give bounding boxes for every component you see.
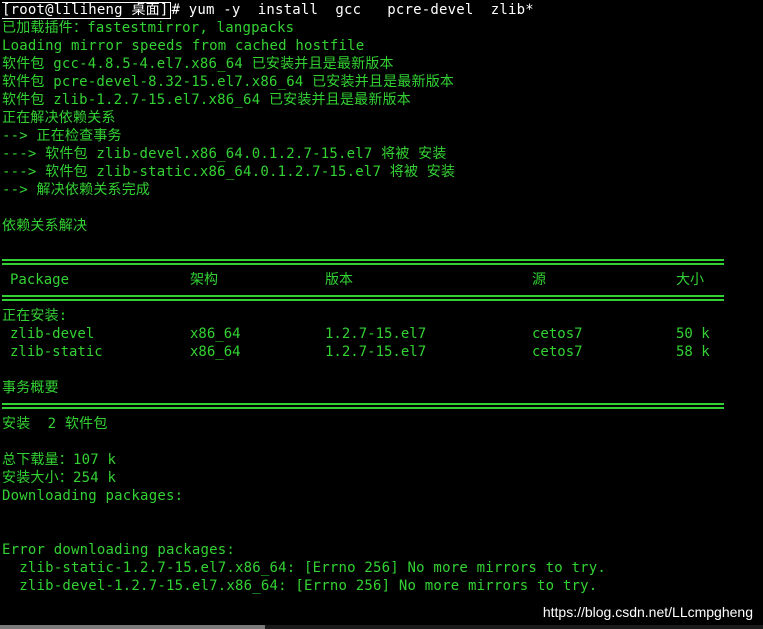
row-repo: cetos7	[532, 326, 583, 342]
row-size: 58 k	[676, 344, 710, 360]
row-version: 1.2.7-15.el7	[325, 344, 427, 360]
table-rule-header	[2, 295, 724, 301]
prompt-line: [root@liliheng 桌面] # yum -y install gcc p…	[2, 1, 534, 19]
resolved-line: 依赖关系解决	[2, 218, 88, 234]
prompt-label: root@liliheng 桌面	[10, 2, 160, 18]
watermark: https://blog.csdn.net/LLcmpgheng	[542, 604, 753, 620]
output-line: 已加载插件：fastestmirror, langpacks	[2, 20, 295, 36]
error-line: zlib-devel-1.2.7-15.el7.x86_64: [Errno 2…	[2, 578, 598, 594]
table-header-size: 大小	[676, 272, 704, 288]
row-arch: x86_64	[190, 326, 241, 342]
row-package: zlib-devel	[10, 326, 95, 342]
output-line: 软件包 pcre-devel-8.32-15.el7.x86_64 已安装并且是…	[2, 74, 455, 90]
output-line: 软件包 gcc-4.8.5-4.el7.x86_64 已安装并且是最新版本	[2, 56, 394, 72]
error-title: Error downloading packages:	[2, 542, 235, 558]
row-arch: x86_64	[190, 344, 241, 360]
prompt-box: [root@liliheng 桌面]	[2, 2, 172, 19]
row-package: zlib-static	[10, 344, 103, 360]
installed-size: 安装大小：254 k	[2, 470, 117, 486]
row-repo: cetos7	[532, 344, 583, 360]
error-line: zlib-static-1.2.7-15.el7.x86_64: [Errno …	[2, 560, 607, 576]
row-size: 50 k	[676, 326, 710, 342]
terminal-window[interactable]: [root@liliheng 桌面] # yum -y install gcc p…	[0, 0, 763, 629]
table-header-repo: 源	[532, 272, 546, 288]
output-line: 软件包 zlib-1.2.7-15.el7.x86_64 已安装并且是最新版本	[2, 92, 411, 108]
command-text: # yum -y install gcc pcre-devel zlib*	[171, 2, 534, 18]
summary-rule	[2, 403, 724, 409]
summary-title: 事务概要	[2, 380, 59, 396]
total-download: 总下载量：107 k	[2, 452, 117, 468]
scrollbar-thumb[interactable]	[0, 625, 265, 629]
table-section-label: 正在安装:	[2, 308, 68, 324]
output-line: --> 正在检查事务	[2, 128, 122, 144]
output-line: 正在解决依赖关系	[2, 110, 116, 126]
row-version: 1.2.7-15.el7	[325, 326, 427, 342]
output-line: --> 解决依赖关系完成	[2, 182, 151, 198]
horizontal-scrollbar[interactable]	[0, 625, 763, 629]
output-line: Loading mirror speeds from cached hostfi…	[2, 38, 365, 54]
output-line: ---> 软件包 zlib-devel.x86_64.0.1.2.7-15.el…	[2, 146, 447, 162]
table-header-version: 版本	[325, 272, 353, 288]
output-line: ---> 软件包 zlib-static.x86_64.0.1.2.7-15.e…	[2, 164, 456, 180]
table-header-package: Package	[10, 272, 70, 288]
table-rule-top	[2, 259, 724, 265]
downloading-line: Downloading packages:	[2, 488, 184, 504]
install-count: 安装 2 软件包	[2, 416, 108, 432]
table-header-arch: 架构	[190, 272, 218, 288]
